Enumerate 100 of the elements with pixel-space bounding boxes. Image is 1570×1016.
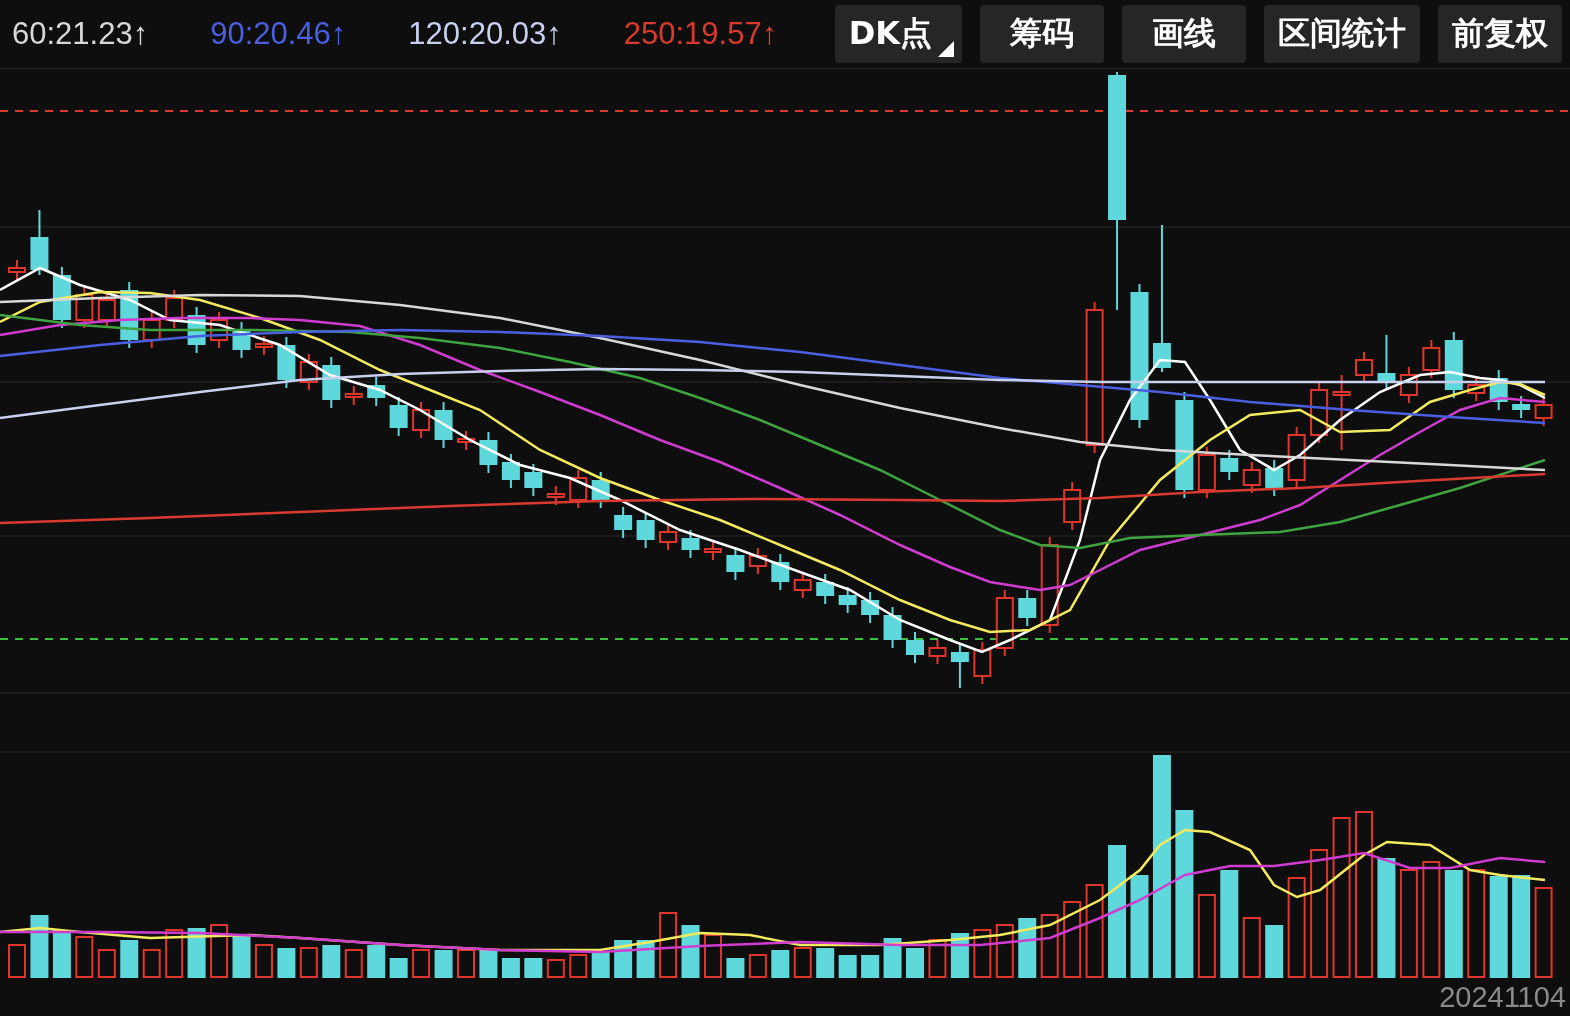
toolbar-button[interactable]: 筹码 — [980, 5, 1104, 63]
date-label: 20241104 — [1439, 981, 1566, 1014]
candlestick — [479, 431, 498, 474]
volume-bar — [187, 928, 206, 978]
candlestick — [793, 571, 812, 599]
volume-bar — [659, 912, 678, 978]
volume-bar — [165, 929, 184, 978]
volume-bar — [322, 945, 341, 978]
candlestick — [344, 385, 363, 406]
candlestick — [861, 591, 880, 624]
candlestick — [636, 511, 655, 549]
candlestick — [277, 336, 296, 389]
volume-bar — [883, 938, 902, 978]
candlestick — [1063, 481, 1082, 531]
candlestick — [928, 639, 947, 665]
volume-bar — [726, 958, 745, 978]
volume-bar — [367, 945, 386, 978]
volume-bar — [591, 952, 610, 978]
ma-value-label: 60:21.23↑ — [12, 16, 149, 52]
candlestick — [75, 286, 94, 329]
volume-bar — [1040, 914, 1059, 978]
toolbar-button[interactable]: 画线 — [1122, 5, 1246, 63]
candlestick — [254, 335, 273, 356]
volume-bar — [75, 936, 94, 978]
candlestick — [1018, 589, 1037, 627]
candlestick — [748, 547, 767, 575]
candlestick — [1310, 381, 1329, 444]
ma-value-label: 90:20.46↑ — [210, 16, 347, 52]
candlestick — [210, 311, 229, 349]
candlestick — [1287, 426, 1306, 489]
candlestick — [299, 353, 318, 391]
candlestick — [703, 540, 722, 561]
candlestick — [97, 291, 116, 329]
toolbar-button[interactable]: 区间统计 — [1264, 5, 1420, 63]
volume-bar — [232, 935, 251, 978]
candlestick — [1197, 446, 1216, 499]
candlestick — [569, 469, 588, 509]
volume-bar — [703, 934, 722, 978]
volume-bar — [8, 944, 26, 978]
volume-bar — [142, 949, 161, 978]
candlestick — [1422, 339, 1441, 379]
volume-bar — [995, 924, 1014, 978]
volume-bar — [546, 959, 565, 978]
candlestick — [52, 266, 71, 329]
volume-bar — [97, 949, 116, 978]
candlestick — [681, 529, 700, 559]
candlestick — [950, 644, 969, 689]
volume-bar — [277, 948, 296, 978]
candlestick — [524, 463, 543, 497]
candlestick — [1489, 369, 1508, 411]
volume-bar — [748, 954, 767, 978]
candlestick — [30, 209, 49, 276]
volume-bar — [1018, 918, 1037, 978]
candlestick — [501, 453, 520, 489]
volume-bar — [950, 933, 969, 978]
volume-bar — [1265, 925, 1284, 978]
candlestick — [8, 259, 26, 281]
volume-bar — [928, 939, 947, 978]
volume-bar — [434, 950, 453, 978]
candlestick — [614, 506, 633, 539]
candlestick — [322, 356, 341, 409]
volume-bar — [681, 925, 700, 978]
volume-bar — [816, 948, 835, 978]
candlestick — [434, 401, 453, 449]
toolbar-button[interactable]: DK点 — [834, 5, 962, 63]
candlestick — [187, 306, 206, 354]
candlestick — [1534, 396, 1553, 427]
volume-bar — [344, 949, 363, 978]
candlestick — [906, 631, 924, 664]
candlestick — [1220, 449, 1239, 481]
volume-bar — [524, 958, 543, 978]
candlestick — [232, 321, 251, 359]
volume-bar — [254, 944, 273, 978]
volume-bar — [771, 950, 790, 978]
candlestick — [142, 311, 161, 349]
toolbar-button[interactable]: 前复权 — [1438, 5, 1562, 63]
volume-bar — [861, 955, 880, 978]
volume-bar — [52, 930, 71, 978]
candlestick — [591, 471, 610, 509]
candlestick — [1242, 461, 1261, 494]
volume-bar — [457, 949, 475, 978]
candlestick — [1512, 395, 1531, 419]
volume-bar — [793, 947, 812, 978]
volume-bar — [210, 924, 229, 978]
ma-value-label: 250:19.57↑ — [623, 16, 778, 52]
candlestick — [1467, 376, 1486, 402]
candlestick — [726, 546, 745, 581]
candlestick — [995, 589, 1014, 657]
candlestick — [1377, 334, 1396, 391]
volume-bar — [389, 958, 408, 978]
candlestick — [883, 606, 902, 649]
candlestick — [457, 430, 475, 451]
ma-value-label: 120:20.03↑ — [408, 16, 562, 52]
candlestick — [1265, 459, 1284, 497]
candlestick — [1444, 331, 1463, 399]
volume-bar — [120, 940, 139, 978]
candlestick — [659, 523, 678, 551]
volume-bar — [973, 929, 992, 978]
volume-bar — [1242, 917, 1261, 978]
candlestick — [412, 401, 431, 439]
